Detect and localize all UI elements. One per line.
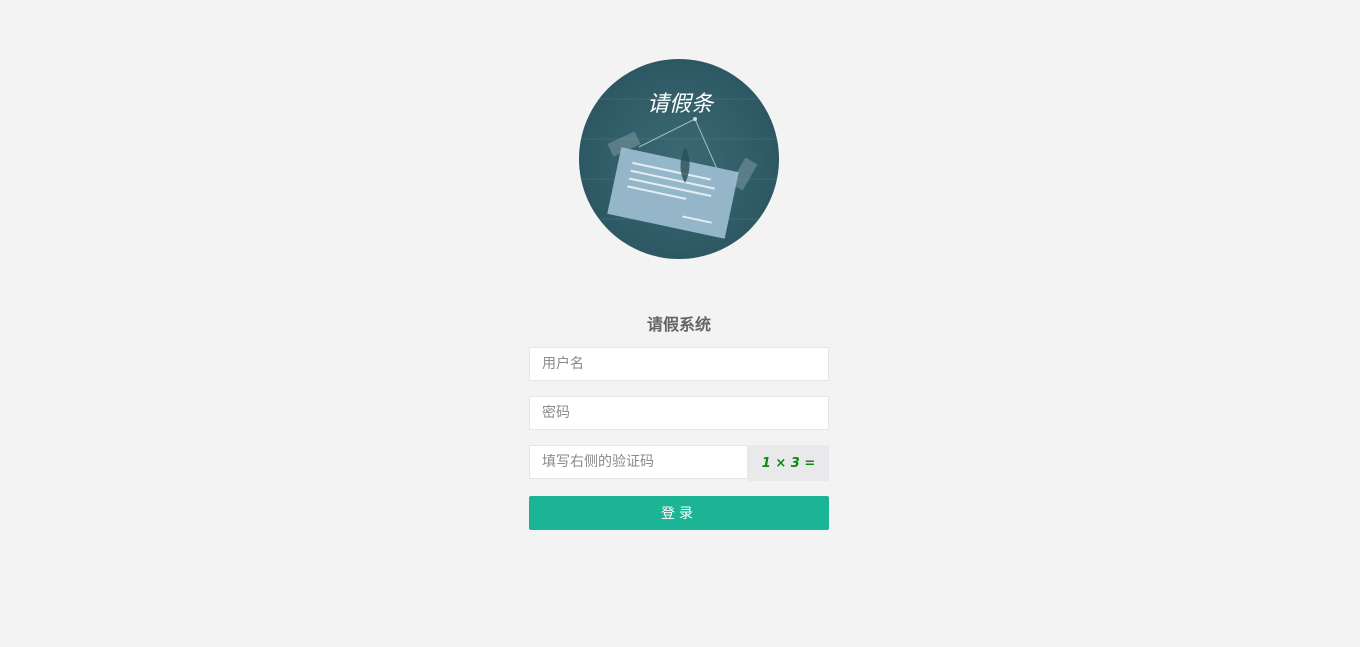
password-input[interactable] xyxy=(529,396,829,430)
login-button[interactable]: 登录 xyxy=(529,496,829,530)
captcha-input[interactable] xyxy=(529,445,748,479)
leave-slip-logo-icon: 请假条 xyxy=(579,92,779,239)
page-title: 请假系统 xyxy=(646,315,711,334)
captcha-text: 1 × 3 = xyxy=(761,455,816,471)
captcha-image[interactable]: 1 × 3 = xyxy=(748,445,829,481)
logo-calligraphy: 请假条 xyxy=(647,92,715,117)
username-input[interactable] xyxy=(529,347,829,381)
logo-image: 请假条 xyxy=(579,59,779,259)
